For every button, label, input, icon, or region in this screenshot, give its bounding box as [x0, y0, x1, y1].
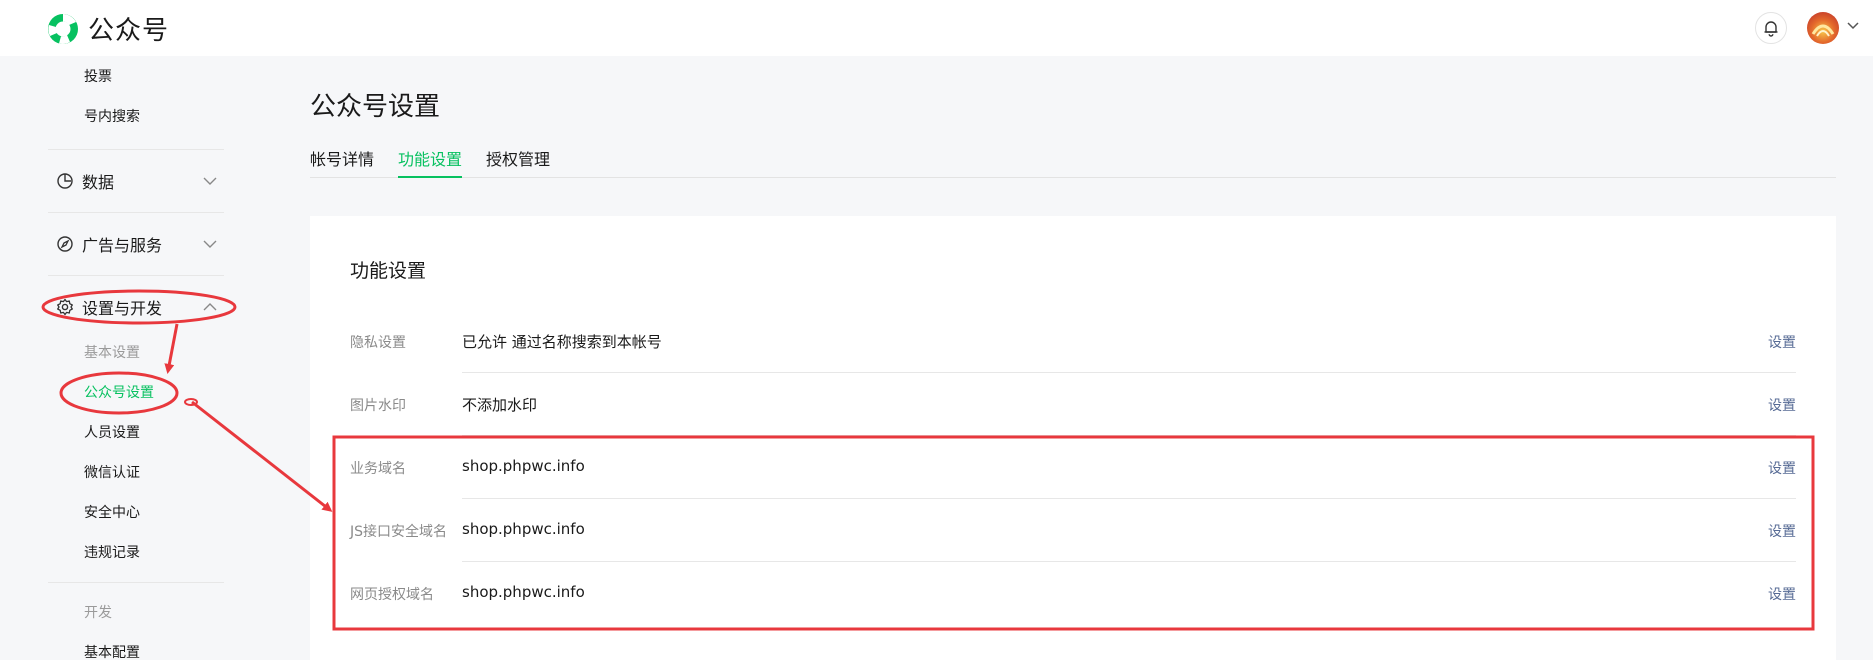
setting-row-business-domain: 业务域名 shop.phpwc.info 设置: [350, 436, 1796, 499]
sidebar-divider: [48, 149, 224, 150]
pie-chart-icon: [56, 172, 74, 190]
sidebar-menu-label: 广告与服务: [82, 236, 163, 255]
page-title: 公众号设置: [310, 92, 441, 122]
avatar[interactable]: [1807, 12, 1839, 44]
setting-row-oauth-domain: 网页授权域名 shop.phpwc.info 设置: [350, 562, 1796, 625]
sidebar-item-violations[interactable]: 违规记录: [84, 542, 140, 562]
card-title: 功能设置: [350, 260, 427, 282]
gear-icon: [56, 298, 74, 316]
setting-row-privacy: 隐私设置 已允许 通过名称搜索到本帐号 设置: [350, 310, 1796, 373]
bell-icon: [1764, 21, 1778, 37]
setting-label: JS接口安全域名: [350, 524, 448, 540]
setting-value: shop.phpwc.info: [462, 457, 585, 475]
compass-icon: [56, 235, 74, 253]
setting-label: 隐私设置: [350, 335, 406, 351]
sidebar-menu-settings[interactable]: 设置与开发: [56, 295, 224, 319]
set-js-domain-button[interactable]: 设置: [1768, 521, 1796, 541]
sidebar-divider: [48, 582, 224, 583]
setting-label: 图片水印: [350, 398, 406, 414]
sidebar-menu-label: 数据: [82, 173, 115, 192]
sidebar-group-basic: 基本设置: [84, 345, 140, 361]
setting-value: 已允许 通过名称搜索到本帐号: [462, 333, 662, 351]
sidebar-menu-ads[interactable]: 广告与服务: [56, 232, 224, 256]
chevron-down-icon[interactable]: [1847, 22, 1859, 30]
setting-row-js-domain: JS接口安全域名 shop.phpwc.info 设置: [350, 499, 1796, 562]
sidebar-menu-data[interactable]: 数据: [56, 169, 224, 193]
sidebar-divider: [48, 212, 224, 213]
chevron-down-icon: [203, 177, 217, 185]
sidebar-group-dev: 开发: [84, 605, 112, 621]
sidebar-item-basic-config[interactable]: 基本配置: [84, 642, 140, 660]
sidebar-item-search[interactable]: 号内搜索: [84, 106, 140, 126]
sidebar-menu-label: 设置与开发: [82, 299, 163, 318]
setting-row-watermark: 图片水印 不添加水印 设置: [350, 373, 1796, 436]
wechat-mp-logo-icon: [48, 13, 78, 44]
sidebar-item-wechat-verify[interactable]: 微信认证: [84, 462, 140, 482]
app-title: 公众号: [88, 16, 170, 46]
chevron-down-icon: [203, 240, 217, 248]
sidebar-item-security-center[interactable]: 安全中心: [84, 502, 140, 522]
setting-value: shop.phpwc.info: [462, 583, 585, 601]
setting-value: shop.phpwc.info: [462, 520, 585, 538]
set-watermark-button[interactable]: 设置: [1768, 395, 1796, 415]
sidebar-item-vote[interactable]: 投票: [84, 66, 112, 86]
notification-button[interactable]: [1755, 12, 1787, 44]
set-business-domain-button[interactable]: 设置: [1768, 458, 1796, 478]
tab-feature-settings[interactable]: 功能设置: [398, 146, 463, 178]
tab-authorization[interactable]: 授权管理: [486, 146, 550, 178]
feature-settings-card: 功能设置 隐私设置 已允许 通过名称搜索到本帐号 设置 图片水印 不添加水印 设…: [310, 216, 1836, 660]
logo[interactable]: 公众号: [46, 10, 169, 47]
tab-account-details[interactable]: 帐号详情: [310, 146, 374, 178]
sidebar-item-mp-settings[interactable]: 公众号设置: [84, 382, 154, 402]
avatar-image-icon: [1811, 24, 1835, 37]
setting-value: 不添加水印: [462, 396, 538, 414]
sidebar: 投票 号内搜索 数据 广告与服务 设置与开发 基本设置 公众号设置 人员设置 微…: [0, 56, 260, 660]
sidebar-divider: [48, 275, 224, 276]
chevron-up-icon: [203, 303, 217, 311]
setting-label: 网页授权域名: [350, 587, 434, 603]
tab-bar: 帐号详情 功能设置 授权管理: [310, 146, 1836, 178]
top-bar: 公众号: [0, 0, 1873, 56]
set-privacy-button[interactable]: 设置: [1768, 332, 1796, 352]
setting-label: 业务域名: [350, 461, 406, 477]
sidebar-item-staff-settings[interactable]: 人员设置: [84, 422, 140, 442]
set-oauth-domain-button[interactable]: 设置: [1768, 584, 1796, 604]
